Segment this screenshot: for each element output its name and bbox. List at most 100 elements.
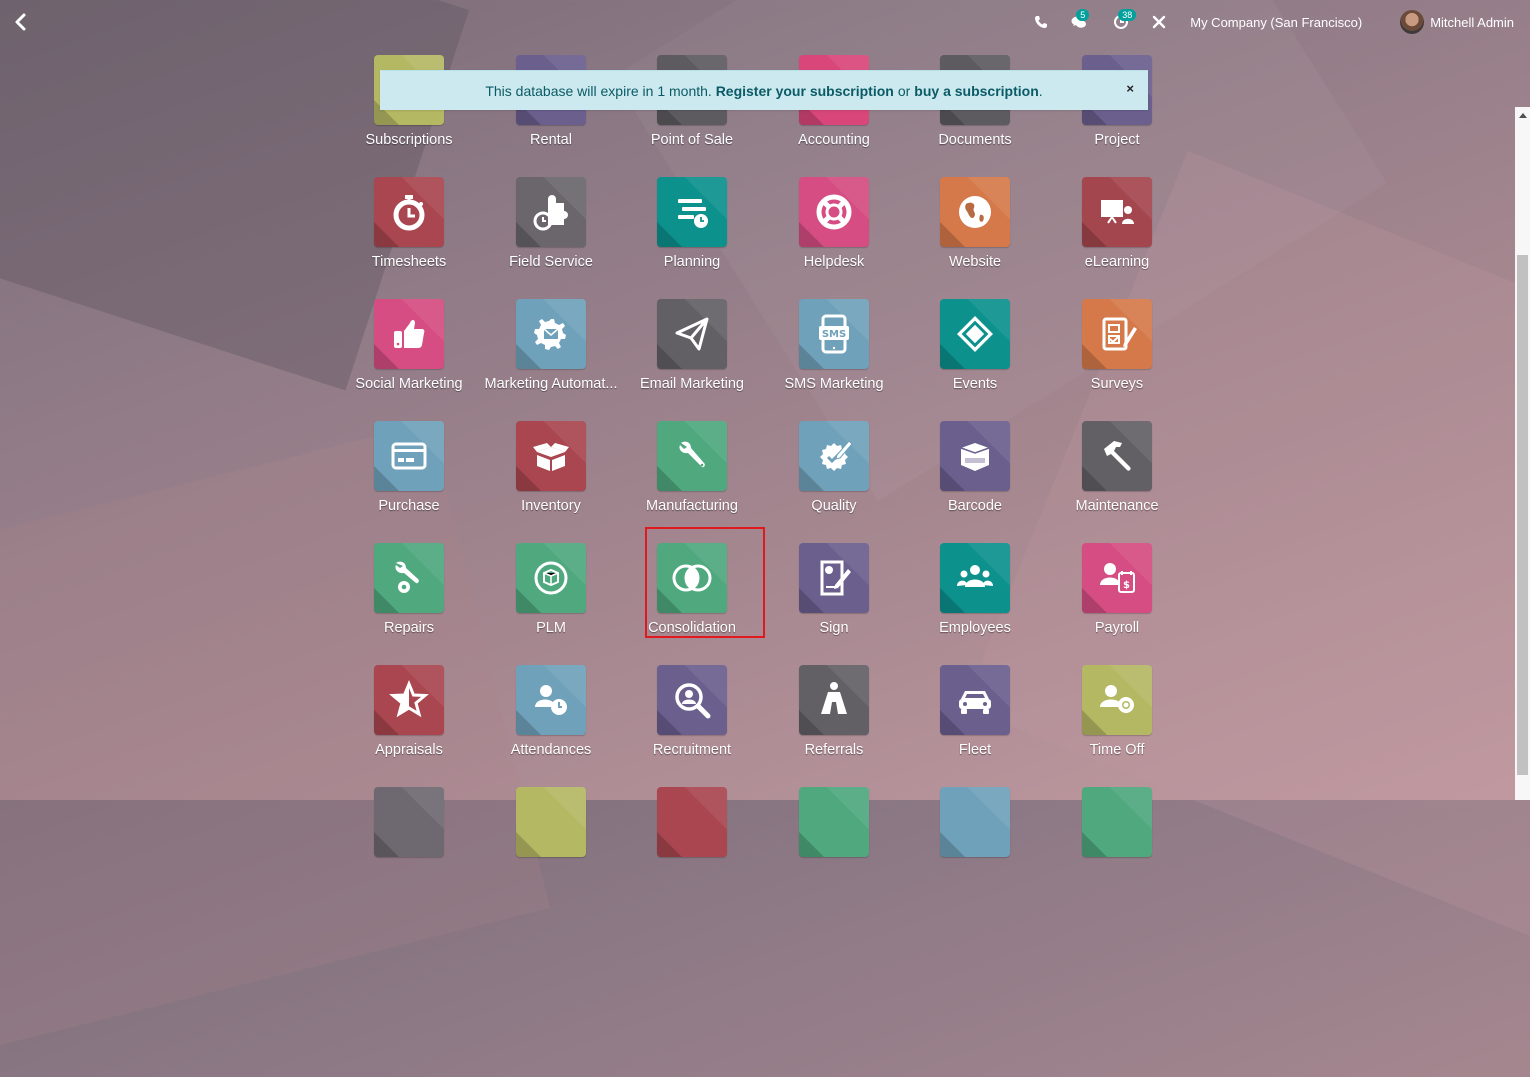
app-field-service[interactable]: Field Service <box>480 177 622 270</box>
paper-plane-icon <box>675 317 709 351</box>
app-label: Attendances <box>510 742 592 758</box>
app-recruitment[interactable]: Recruitment <box>621 665 763 758</box>
close-icon[interactable]: × <box>1126 81 1134 96</box>
app-consolidation[interactable]: Consolidation <box>621 543 763 636</box>
app-time-off[interactable]: Time Off <box>1046 665 1188 758</box>
messages-count-badge: 5 <box>1076 9 1090 21</box>
app-label: Accounting <box>798 132 870 148</box>
banner-period: . <box>1038 82 1043 99</box>
app-appraisals[interactable]: Appraisals <box>338 665 480 758</box>
app-employees[interactable]: Employees <box>904 543 1046 636</box>
scroll-up-button[interactable] <box>1515 107 1530 123</box>
back-button[interactable] <box>10 10 32 34</box>
app-tile <box>940 177 1010 247</box>
app-icon <box>952 799 998 845</box>
app-partial[interactable] <box>480 787 622 864</box>
app-partial[interactable] <box>904 787 1046 864</box>
app-tile <box>657 543 727 613</box>
app-maintenance[interactable]: Maintenance <box>1046 421 1188 514</box>
app-tile <box>940 787 1010 857</box>
app-tile <box>1082 787 1152 857</box>
debug-tools-button[interactable] <box>1142 0 1176 44</box>
phone-button[interactable] <box>1024 0 1058 44</box>
user-clock-icon <box>535 685 567 715</box>
activities-button[interactable]: 38 <box>1100 0 1142 44</box>
stopwatch-icon <box>393 195 425 231</box>
app-partial[interactable] <box>338 787 480 864</box>
scrollbar-thumb[interactable] <box>1517 255 1528 775</box>
app-timesheets[interactable]: Timesheets <box>338 177 480 270</box>
app-sms-marketing[interactable]: SMS SMS Marketing <box>763 299 905 392</box>
app-tile <box>657 177 727 247</box>
svg-text:SMS: SMS <box>822 329 846 340</box>
app-label: Surveys <box>1090 376 1144 392</box>
banner-text: This database will expire in 1 month. <box>485 82 712 99</box>
app-repairs[interactable]: Repairs <box>338 543 480 636</box>
messages-button[interactable]: 5 <box>1058 0 1100 44</box>
sms-icon: SMS <box>819 314 849 354</box>
register-subscription-link[interactable]: Register your subscription <box>716 83 894 99</box>
chevron-left-icon <box>15 13 26 31</box>
app-label: Events <box>952 376 998 392</box>
app-tile <box>940 299 1010 369</box>
app-label: Point of Sale <box>650 132 734 148</box>
app-referrals[interactable]: Referrals <box>763 665 905 758</box>
top-navbar: 5 38 My Company (San Francisco) Mitchell… <box>0 0 1530 44</box>
app-purchase[interactable]: Purchase <box>338 421 480 514</box>
app-barcode[interactable]: Barcode <box>904 421 1046 514</box>
app-label: eLearning <box>1084 254 1150 270</box>
app-partial[interactable] <box>621 787 763 864</box>
lifebuoy-icon <box>816 194 852 230</box>
app-tile <box>1082 299 1152 369</box>
app-email-marketing[interactable]: Email Marketing <box>621 299 763 392</box>
app-plm[interactable]: PLM <box>480 543 622 636</box>
app-surveys[interactable]: Surveys <box>1046 299 1188 392</box>
app-inventory[interactable]: Inventory <box>480 421 622 514</box>
payroll-icon: $ <box>1100 563 1135 593</box>
box-icon <box>533 443 569 471</box>
user-menu[interactable]: Mitchell Admin <box>1400 10 1514 34</box>
app-tile <box>799 787 869 857</box>
app-label: Referrals <box>804 742 864 758</box>
app-marketing-automat[interactable]: Marketing Automat... <box>480 299 622 392</box>
app-payroll[interactable]: $ Payroll <box>1046 543 1188 636</box>
app-manufacturing[interactable]: Manufacturing <box>621 421 763 514</box>
app-tile <box>799 177 869 247</box>
venn-icon <box>672 564 712 592</box>
barcode-box-icon <box>960 443 990 471</box>
app-elearning[interactable]: eLearning <box>1046 177 1188 270</box>
globe-icon <box>959 196 991 228</box>
app-label: Appraisals <box>375 742 443 758</box>
car-icon <box>959 691 991 714</box>
app-attendances[interactable]: Attendances <box>480 665 622 758</box>
app-events[interactable]: Events <box>904 299 1046 392</box>
app-label: Manufacturing <box>646 498 738 514</box>
app-partial[interactable] <box>763 787 905 864</box>
app-label: Maintenance <box>1075 498 1159 514</box>
app-tile <box>516 421 586 491</box>
app-fleet[interactable]: Fleet <box>904 665 1046 758</box>
app-sign[interactable]: Sign <box>763 543 905 636</box>
app-partial[interactable] <box>1046 787 1188 864</box>
app-label: Documents <box>938 132 1012 148</box>
buy-subscription-link[interactable]: buy a subscription <box>914 83 1038 99</box>
app-tile: SMS <box>799 299 869 369</box>
phone-icon <box>1035 16 1048 28</box>
svg-text:$: $ <box>1123 580 1130 591</box>
app-icon <box>528 799 574 845</box>
app-tile <box>799 543 869 613</box>
app-social-marketing[interactable]: Social Marketing <box>338 299 480 392</box>
app-label: Consolidation <box>648 620 736 636</box>
thumbs-up-icon <box>394 320 425 348</box>
app-quality[interactable]: Quality <box>763 421 905 514</box>
app-label: Email Marketing <box>640 376 744 392</box>
app-planning[interactable]: Planning <box>621 177 763 270</box>
app-label: Repairs <box>384 620 434 636</box>
scrollbar[interactable] <box>1515 107 1530 800</box>
app-tile <box>374 299 444 369</box>
company-switcher[interactable]: My Company (San Francisco) <box>1190 15 1362 30</box>
app-website[interactable]: Website <box>904 177 1046 270</box>
gear-mail-icon <box>534 319 566 350</box>
app-helpdesk[interactable]: Helpdesk <box>763 177 905 270</box>
activities-count-badge: 38 <box>1118 9 1137 21</box>
